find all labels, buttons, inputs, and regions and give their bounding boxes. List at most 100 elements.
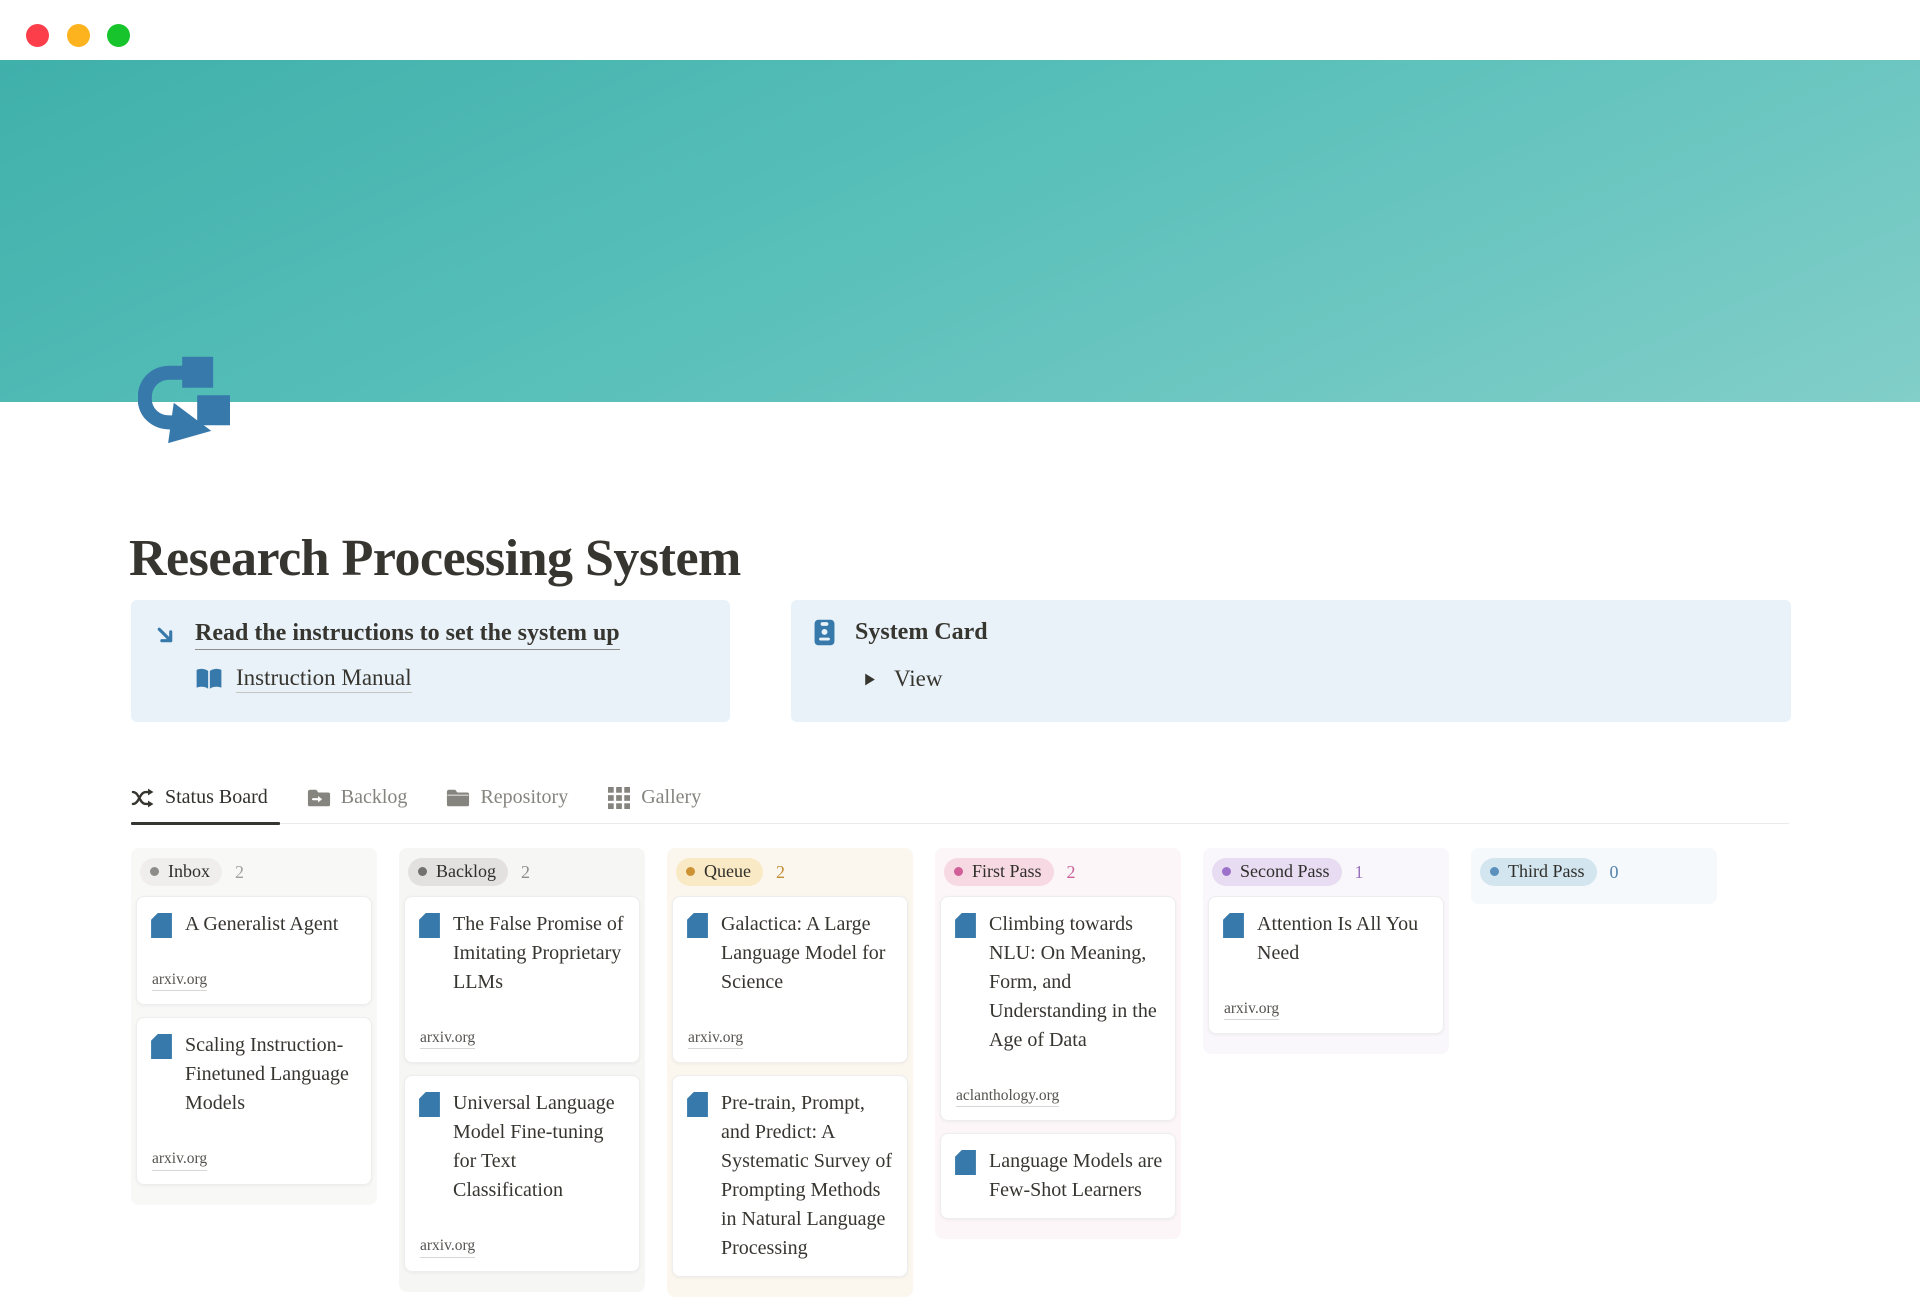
paper-title: Climbing towards NLU: On Meaning, Form, … — [989, 910, 1163, 1055]
zoom-window-button[interactable] — [107, 24, 130, 47]
card-count: 2 — [235, 862, 244, 883]
document-icon — [955, 1150, 976, 1175]
status-name: First Pass — [972, 861, 1042, 882]
paper-title: Language Models are Few-Shot Learners — [989, 1147, 1163, 1205]
document-icon — [955, 913, 976, 938]
board-column-backlog: Backlog 2 The False Promise of Imitating P… — [399, 848, 645, 1292]
instructions-page-link[interactable]: Read the instructions to set the system … — [195, 620, 620, 650]
source-link[interactable]: aclanthology.org — [956, 1086, 1059, 1107]
card-count: 2 — [521, 862, 530, 883]
window-titlebar — [0, 0, 1920, 60]
instructions-callout: Read the instructions to set the system … — [131, 600, 730, 722]
folder-arrow-icon — [307, 787, 331, 809]
tab-repository[interactable]: Repository — [446, 780, 580, 823]
paper-card[interactable]: Galactica: A Large Language Model for Sc… — [672, 896, 908, 1063]
source-link[interactable]: arxiv.org — [420, 1236, 475, 1257]
book-icon — [195, 667, 223, 691]
card-count: 2 — [776, 862, 785, 883]
board-column-inbox: Inbox 2 A Generalist Agent arxiv.org Scaling… — [131, 848, 377, 1205]
paper-title: Scaling Instruction-Finetuned Language M… — [185, 1031, 359, 1118]
page-title[interactable]: Research Processing System — [129, 529, 741, 588]
view-tabs: Status Board Backlog Repository Gallery — [131, 780, 1789, 824]
status-pill[interactable]: Inbox — [140, 858, 222, 886]
status-pill[interactable]: Queue — [676, 858, 763, 886]
source-link[interactable]: arxiv.org — [152, 970, 207, 991]
board-column-first-pass: First Pass 2 Climbing towards NLU: On Mean… — [935, 848, 1181, 1239]
minimize-window-button[interactable] — [67, 24, 90, 47]
status-dot-icon — [954, 867, 963, 876]
paper-card[interactable]: The False Promise of Imitating Proprieta… — [404, 896, 640, 1063]
document-icon — [687, 913, 708, 938]
page-cover — [0, 60, 1920, 402]
paper-card[interactable]: Attention Is All You Need arxiv.org — [1208, 896, 1444, 1034]
status-pill[interactable]: Second Pass — [1212, 858, 1342, 886]
paper-card[interactable]: Climbing towards NLU: On Meaning, Form, … — [940, 896, 1176, 1121]
status-dot-icon — [418, 867, 427, 876]
tab-gallery[interactable]: Gallery — [607, 780, 713, 823]
close-window-button[interactable] — [26, 24, 49, 47]
shuffle-icon — [131, 787, 155, 809]
paper-card[interactable]: Scaling Instruction-Finetuned Language M… — [136, 1017, 372, 1184]
document-icon — [419, 913, 440, 938]
column-header: Third Pass 0 — [1476, 855, 1712, 896]
tab-label: Backlog — [341, 786, 408, 809]
column-header: Queue 2 — [672, 855, 908, 896]
paper-card[interactable]: Universal Language Model Fine-tuning for… — [404, 1075, 640, 1271]
column-header: Second Pass 1 — [1208, 855, 1444, 896]
column-header: Backlog 2 — [404, 855, 640, 896]
toggle-triangle-icon[interactable] — [862, 672, 877, 687]
folder-icon — [446, 787, 470, 809]
column-header: First Pass 2 — [940, 855, 1176, 896]
document-icon — [687, 1092, 708, 1117]
tab-label: Status Board — [165, 786, 268, 809]
source-link[interactable]: arxiv.org — [1224, 999, 1279, 1020]
status-dot-icon — [1222, 867, 1231, 876]
paper-card[interactable]: Language Models are Few-Shot Learners — [940, 1133, 1176, 1219]
paper-card[interactable]: Pre-train, Prompt, and Predict: A System… — [672, 1075, 908, 1277]
tab-status-board[interactable]: Status Board — [131, 780, 280, 823]
status-pill[interactable]: Third Pass — [1480, 858, 1597, 886]
paper-title: The False Promise of Imitating Proprieta… — [453, 910, 627, 997]
badge-icon — [814, 619, 835, 646]
system-card-callout: System Card View — [791, 600, 1791, 722]
source-link[interactable]: arxiv.org — [688, 1028, 743, 1049]
card-count: 2 — [1067, 862, 1076, 883]
tab-label: Gallery — [641, 786, 701, 809]
status-name: Queue — [704, 861, 751, 882]
status-name: Inbox — [168, 861, 210, 882]
tab-label: Repository — [480, 786, 568, 809]
status-pill[interactable]: First Pass — [944, 858, 1054, 886]
card-count: 0 — [1610, 862, 1619, 883]
status-pill[interactable]: Backlog — [408, 858, 508, 886]
paper-title: Attention Is All You Need — [1257, 910, 1431, 968]
status-name: Third Pass — [1508, 861, 1585, 882]
column-header: Inbox 2 — [136, 855, 372, 896]
instruction-manual-link[interactable]: Instruction Manual — [236, 665, 412, 693]
document-icon — [419, 1092, 440, 1117]
status-name: Backlog — [436, 861, 496, 882]
view-toggle-label[interactable]: View — [894, 666, 942, 692]
board-column-second-pass: Second Pass 1 Attention Is All You Need arx… — [1203, 848, 1449, 1054]
source-link[interactable]: arxiv.org — [420, 1028, 475, 1049]
card-count: 1 — [1355, 862, 1364, 883]
status-name: Second Pass — [1240, 861, 1330, 882]
document-icon — [151, 1034, 172, 1059]
status-dot-icon — [1490, 867, 1499, 876]
document-icon — [1223, 913, 1244, 938]
process-arrow-logo-icon[interactable] — [138, 354, 232, 444]
status-dot-icon — [150, 867, 159, 876]
se-arrow-icon — [153, 623, 178, 648]
tab-backlog[interactable]: Backlog — [307, 780, 420, 823]
system-card-title: System Card — [855, 619, 988, 646]
document-icon — [151, 913, 172, 938]
board-column-queue: Queue 2 Galactica: A Large Language Model … — [667, 848, 913, 1297]
paper-title: Galactica: A Large Language Model for Sc… — [721, 910, 895, 997]
status-board: Inbox 2 A Generalist Agent arxiv.org Scaling… — [131, 848, 1717, 1297]
source-link[interactable]: arxiv.org — [152, 1149, 207, 1170]
paper-title: Pre-train, Prompt, and Predict: A System… — [721, 1089, 895, 1263]
board-column-third-pass: Third Pass 0 — [1471, 848, 1717, 904]
paper-card[interactable]: A Generalist Agent arxiv.org — [136, 896, 372, 1005]
paper-title: A Generalist Agent — [185, 910, 338, 939]
status-dot-icon — [686, 867, 695, 876]
grid-icon — [607, 787, 631, 809]
